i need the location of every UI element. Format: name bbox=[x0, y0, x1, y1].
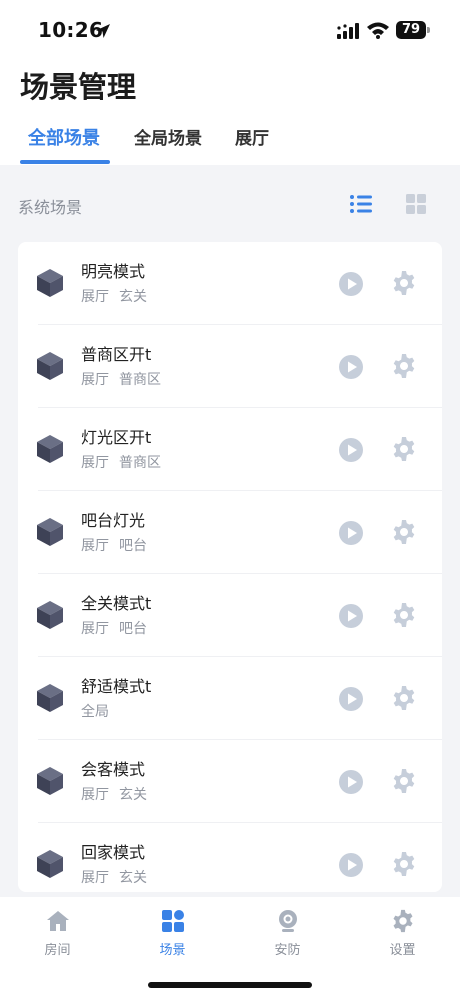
scene-row[interactable]: 舒适模式t 全局 bbox=[18, 657, 442, 740]
cube-icon bbox=[37, 601, 63, 629]
cube-icon bbox=[37, 269, 63, 297]
scene-tag: 展厅 bbox=[81, 621, 109, 637]
play-icon[interactable] bbox=[338, 520, 364, 546]
page-title: 场景管理 bbox=[20, 70, 137, 104]
scene-tag: 展厅 bbox=[81, 372, 109, 388]
battery-tip bbox=[427, 27, 430, 33]
scene-row[interactable]: 普商区开t 展厅 普商区 bbox=[18, 325, 442, 408]
cube-icon bbox=[37, 684, 63, 712]
scene-tag: 玄关 bbox=[119, 787, 147, 803]
scene-list: 明亮模式 展厅 玄关 普商区开t 展厅 普商区 灯光区开t 展厅 普商区 吧台灯… bbox=[18, 242, 442, 892]
gear-icon[interactable] bbox=[391, 602, 417, 628]
scene-name: 明亮模式 bbox=[81, 262, 146, 281]
grid-view-icon[interactable] bbox=[404, 192, 428, 216]
cube-icon bbox=[37, 767, 63, 795]
tab-showroom[interactable]: 展厅 bbox=[235, 124, 269, 149]
scene-tags: 全局 bbox=[81, 701, 119, 721]
play-icon[interactable] bbox=[338, 769, 364, 795]
scene-grid-icon bbox=[162, 910, 184, 932]
scene-row[interactable]: 灯光区开t 展厅 普商区 bbox=[18, 408, 442, 491]
scene-tag: 普商区 bbox=[119, 372, 161, 388]
scene-tag: 展厅 bbox=[81, 870, 109, 886]
house-icon bbox=[47, 911, 69, 931]
nav-item-rooms[interactable]: 房间 bbox=[0, 897, 115, 967]
scene-name: 灯光区开t bbox=[81, 428, 152, 447]
play-icon[interactable] bbox=[338, 852, 364, 878]
camera-icon bbox=[279, 910, 297, 932]
play-icon[interactable] bbox=[338, 271, 364, 297]
scene-tag: 展厅 bbox=[81, 787, 109, 803]
battery-indicator: 79 bbox=[396, 21, 426, 39]
gear-icon[interactable] bbox=[391, 851, 417, 877]
scene-tag: 展厅 bbox=[81, 538, 109, 554]
scene-name: 吧台灯光 bbox=[81, 511, 146, 530]
home-indicator bbox=[148, 982, 312, 988]
status-bar: 10:26 79 bbox=[0, 0, 460, 60]
scene-row[interactable]: 回家模式 展厅 玄关 bbox=[18, 823, 442, 892]
scene-tag: 吧台 bbox=[119, 538, 147, 554]
nav-item-scenes[interactable]: 场景 bbox=[115, 897, 230, 967]
tab-all-scenes[interactable]: 全部场景 bbox=[28, 124, 100, 150]
active-tab-underline bbox=[20, 160, 110, 164]
nav-label-security: 安防 bbox=[274, 943, 301, 958]
gear-icon[interactable] bbox=[391, 270, 417, 296]
scene-tag: 玄关 bbox=[119, 289, 147, 305]
cube-icon bbox=[37, 352, 63, 380]
scene-tags: 展厅 普商区 bbox=[81, 452, 171, 472]
gear-icon[interactable] bbox=[391, 519, 417, 545]
scene-row[interactable]: 明亮模式 展厅 玄关 bbox=[18, 242, 442, 325]
play-icon[interactable] bbox=[338, 437, 364, 463]
gear-icon[interactable] bbox=[391, 768, 417, 794]
play-icon[interactable] bbox=[338, 354, 364, 380]
location-arrow-icon bbox=[96, 24, 110, 38]
scene-row[interactable]: 会客模式 展厅 玄关 bbox=[18, 740, 442, 823]
scene-tags: 展厅 吧台 bbox=[81, 535, 157, 555]
scene-tags: 展厅 玄关 bbox=[81, 286, 157, 306]
section-title: 系统场景 bbox=[18, 198, 83, 217]
gear-icon[interactable] bbox=[391, 685, 417, 711]
nav-item-settings[interactable]: 设置 bbox=[345, 897, 460, 967]
tab-global-scenes[interactable]: 全局场景 bbox=[134, 124, 202, 149]
scene-name: 普商区开t bbox=[81, 345, 152, 364]
cellular-signal-icon bbox=[337, 23, 359, 39]
scene-name: 全关模式t bbox=[81, 594, 152, 613]
wifi-icon bbox=[367, 22, 389, 39]
gear-icon bbox=[393, 909, 413, 933]
scene-row[interactable]: 吧台灯光 展厅 吧台 bbox=[18, 491, 442, 574]
play-icon[interactable] bbox=[338, 686, 364, 712]
scene-tag: 吧台 bbox=[119, 621, 147, 637]
cube-icon bbox=[37, 850, 63, 878]
scene-tag: 展厅 bbox=[81, 289, 109, 305]
scene-tags: 展厅 玄关 bbox=[81, 784, 157, 804]
scene-tag: 全局 bbox=[81, 704, 109, 720]
scene-tabs: 全部场景 全局场景 展厅 bbox=[0, 118, 460, 164]
scene-tag: 玄关 bbox=[119, 870, 147, 886]
list-view-icon[interactable] bbox=[348, 192, 374, 216]
scene-name: 会客模式 bbox=[81, 760, 146, 779]
nav-label-scenes: 场景 bbox=[159, 943, 186, 958]
section-header: 系统场景 bbox=[0, 182, 460, 226]
scene-tags: 展厅 玄关 bbox=[81, 867, 157, 887]
scene-name: 舒适模式t bbox=[81, 677, 152, 696]
play-icon[interactable] bbox=[338, 603, 364, 629]
gear-icon[interactable] bbox=[391, 436, 417, 462]
nav-label-rooms: 房间 bbox=[44, 943, 71, 958]
cube-icon bbox=[37, 518, 63, 546]
scene-tag: 展厅 bbox=[81, 455, 109, 471]
scene-row[interactable]: 全关模式t 展厅 吧台 bbox=[18, 574, 442, 657]
nav-label-settings: 设置 bbox=[389, 943, 416, 958]
cube-icon bbox=[37, 435, 63, 463]
gear-icon[interactable] bbox=[391, 353, 417, 379]
scene-name: 回家模式 bbox=[81, 843, 146, 862]
nav-item-security[interactable]: 安防 bbox=[230, 897, 345, 967]
scene-tags: 展厅 吧台 bbox=[81, 618, 157, 638]
scene-tag: 普商区 bbox=[119, 455, 161, 471]
scene-tags: 展厅 普商区 bbox=[81, 369, 171, 389]
header-area: 10:26 79 场景管理 全部场景 全局场景 展厅 bbox=[0, 0, 460, 165]
